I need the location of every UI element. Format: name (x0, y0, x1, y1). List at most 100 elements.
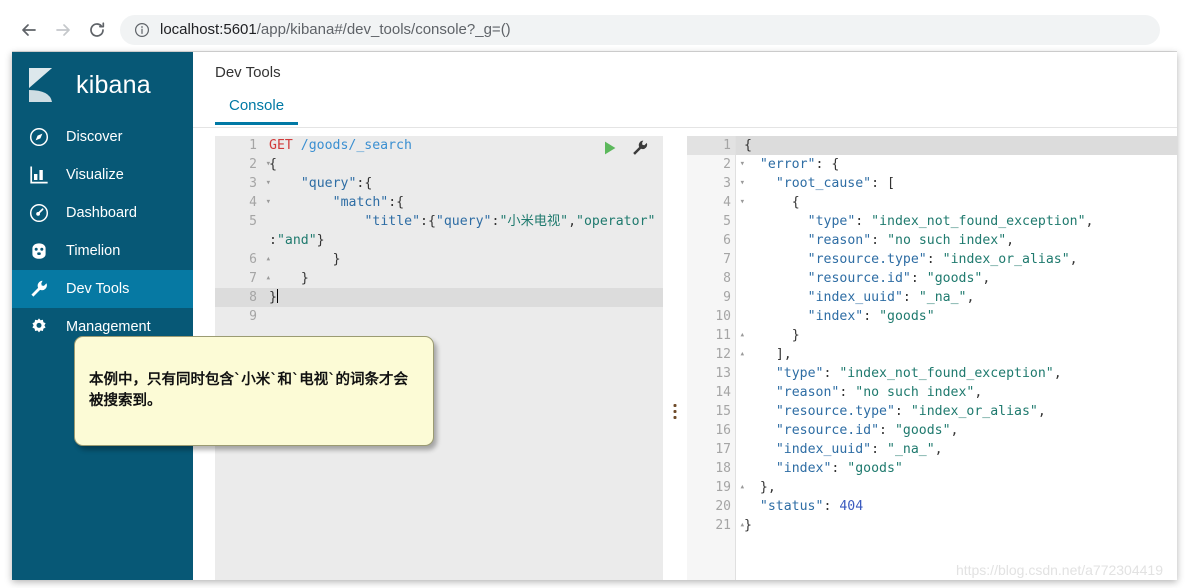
line-number: 8▴ (215, 288, 271, 307)
line-number: 21 ▴ (715, 518, 745, 533)
line-number: 2 ▾ (249, 157, 271, 172)
code-line: ], (775, 347, 792, 362)
code-line: "reason": "no such index", (775, 385, 983, 400)
address-bar[interactable]: localhost:5601/app/kibana#/dev_tools/con… (120, 14, 1160, 45)
code-line: "root_cause": [ (775, 176, 895, 191)
line-number: 4 ▾ (249, 195, 271, 210)
page-title: Dev Tools (215, 64, 281, 81)
sidebar: kibana Discover Visualize Dashboard Time… (12, 52, 193, 580)
code-line: } (791, 328, 800, 343)
screenshot-root: localhost:5601/app/kibana#/dev_tools/con… (0, 0, 1189, 588)
url-path: /app/kibana#/dev_tools/console?_g=() (256, 21, 511, 38)
tab-bar: Console (193, 95, 1177, 128)
line-number: 12 ▴ (715, 347, 745, 362)
sidebar-item-label: Management (66, 319, 151, 335)
editor-action-buttons (601, 139, 649, 157)
sidebar-item-label: Visualize (66, 167, 124, 183)
code-line: } (300, 271, 309, 286)
line-number (215, 231, 261, 250)
gear-icon (26, 315, 52, 339)
compass-icon (26, 125, 52, 149)
line-number: 15 (715, 404, 731, 419)
reload-icon (87, 20, 107, 40)
kibana-brand-name: kibana (76, 70, 151, 99)
line-number: 3 ▾ (249, 176, 271, 191)
code-line: { (736, 136, 1177, 155)
line-number: 16 (715, 423, 731, 438)
code-line: "title":{"query":"小米电视","operator" (364, 214, 656, 229)
kibana-logo-icon (26, 66, 64, 104)
forward-button[interactable] (46, 13, 80, 47)
sidebar-item-label: Timelion (66, 243, 121, 259)
line-number: 6 ▴ (249, 252, 271, 267)
sidebar-item-label: Dev Tools (66, 281, 130, 297)
code-line: "type": "index_not_found_exception", (807, 214, 1094, 229)
code-line: { (791, 195, 800, 210)
sidebar-item-dev-tools[interactable]: Dev Tools (12, 270, 193, 308)
main-content: Dev Tools Console 1 2 ▾ 3 ▾ 4 ▾ 5 6 ▴ 7 … (193, 52, 1177, 580)
annotation-text: 本例中，只有同时包含`小米`和`电视`的词条才会被搜索到。 (89, 372, 408, 409)
kibana-brand[interactable]: kibana (12, 52, 193, 118)
info-circle-icon[interactable] (134, 22, 150, 38)
sidebar-item-visualize[interactable]: Visualize (12, 156, 193, 194)
line-number: 20 (715, 499, 731, 514)
url-text: localhost:5601/app/kibana#/dev_tools/con… (160, 21, 511, 38)
dashboard-icon (26, 201, 52, 225)
code-line: } (744, 518, 752, 533)
annotation-note: 本例中，只有同时包含`小米`和`电视`的词条才会被搜索到。 (74, 336, 434, 446)
url-host: localhost:5601 (160, 21, 257, 38)
wrench-menu-button[interactable] (631, 139, 649, 157)
pane-splitter[interactable] (663, 136, 687, 580)
line-number: 17 (715, 442, 731, 457)
line-number: 9 (249, 309, 257, 324)
code-line: "status": 404 (759, 499, 864, 514)
watermark: https://blog.csdn.net/a772304419 (955, 562, 1163, 578)
code-line: :"and"} (269, 233, 325, 248)
line-number: 5 (249, 214, 257, 229)
line-number: 11 ▴ (715, 328, 745, 343)
line-number: 7 (723, 252, 731, 267)
sidebar-item-discover[interactable]: Discover (12, 118, 193, 156)
code-line: } (261, 288, 663, 307)
line-number: 7 ▴ (249, 271, 271, 286)
line-number: 18 (715, 461, 731, 476)
forward-arrow-icon (53, 20, 73, 40)
tab-console[interactable]: Console (215, 95, 299, 125)
code-line: "resource.id": "goods", (807, 271, 991, 286)
line-number: 3 ▾ (723, 176, 745, 191)
timelion-icon (26, 239, 52, 263)
line-number: 4 ▾ (723, 195, 745, 210)
line-number: 10 (715, 309, 731, 324)
code-line: "type": "index_not_found_exception", (775, 366, 1062, 381)
code-line: "error": { (759, 157, 840, 172)
code-line: "index_uuid": "_na_", (775, 442, 943, 457)
browser-toolbar: localhost:5601/app/kibana#/dev_tools/con… (12, 8, 1177, 52)
code-line: } (332, 252, 341, 267)
line-number: 14 (715, 385, 731, 400)
sidebar-item-timelion[interactable]: Timelion (12, 232, 193, 270)
response-code: { "error": { "root_cause": [ { "type": "… (735, 136, 1177, 580)
line-number: 5 (723, 214, 731, 229)
code-line: "resource.type": "index_or_alias", (775, 404, 1046, 419)
back-button[interactable] (12, 13, 46, 47)
reload-button[interactable] (80, 13, 114, 47)
splitter-grip-icon (673, 404, 677, 419)
line-number: 1▾ (687, 136, 745, 155)
sidebar-item-label: Discover (66, 129, 123, 145)
line-number: 8 (723, 271, 731, 286)
line-number: 13 (715, 366, 731, 381)
line-number: 1 (249, 138, 257, 153)
response-viewer[interactable]: 1▾ 2▾ 3▾ 4▾ 5 6 7 8 9 10 11▴ 12▴ 13 14 15 16 17 18 19▴ 20 21… (687, 136, 1177, 580)
sidebar-item-label: Dashboard (66, 205, 137, 221)
response-line-numbers: 1▾ 2▾ 3▾ 4▾ 5 6 7 8 9 10 11▴ 12▴ 13 14 15 16 17 18 19▴ 20 21… (687, 136, 745, 580)
run-request-button[interactable] (601, 139, 619, 157)
code-line: { (269, 157, 277, 172)
sidebar-item-dashboard[interactable]: Dashboard (12, 194, 193, 232)
code-line: "index_uuid": "_na_", (807, 290, 975, 305)
code-line: "resource.id": "goods", (775, 423, 959, 438)
back-arrow-icon (19, 20, 39, 40)
kibana-app-window: kibana Discover Visualize Dashboard Time… (12, 52, 1177, 580)
bar-chart-icon (26, 163, 52, 187)
code-line: "query":{ (300, 176, 373, 191)
